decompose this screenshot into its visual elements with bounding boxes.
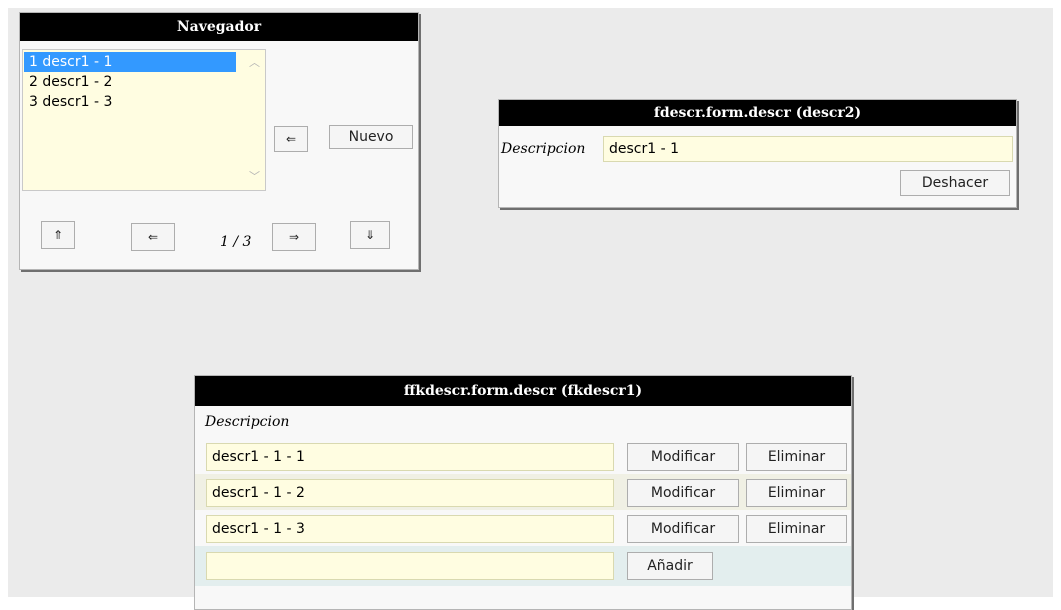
- scroll-up-icon[interactable]: ︿: [249, 54, 260, 70]
- descripcion-label: Descripcion: [501, 141, 586, 157]
- modify-button[interactable]: Modificar: [627, 515, 739, 543]
- modify-button[interactable]: Modificar: [627, 443, 739, 471]
- fk-form-panel: ffkdescr.form.descr (fkdescr1) Descripci…: [194, 375, 852, 610]
- listbox-scrollbar[interactable]: ︿ ﹀: [243, 50, 265, 190]
- table-row: descr1 - 1 - 1 Modificar Eliminar: [195, 438, 851, 474]
- row-description-field[interactable]: descr1 - 1 - 3: [206, 515, 614, 543]
- column-header: Descripcion: [205, 414, 290, 430]
- scroll-down-icon[interactable]: ﹀: [249, 168, 260, 184]
- new-row: Añadir: [195, 546, 851, 586]
- list-item[interactable]: 1 descr1 - 1: [24, 52, 236, 72]
- row-description-field[interactable]: descr1 - 1 - 2: [206, 479, 614, 507]
- new-button[interactable]: Nuevo: [329, 125, 413, 149]
- new-description-field[interactable]: [206, 552, 614, 580]
- fk-form-title: ffkdescr.form.descr (fkdescr1): [195, 376, 851, 406]
- next-record-button[interactable]: ⇒: [272, 223, 316, 251]
- table-row: descr1 - 1 - 3 Modificar Eliminar: [195, 510, 851, 546]
- delete-button[interactable]: Eliminar: [746, 479, 847, 507]
- descr-form-title: fdescr.form.descr (descr2): [499, 100, 1016, 126]
- list-item[interactable]: 2 descr1 - 2: [24, 72, 236, 92]
- workspace: Navegador 1 descr1 - 1 2 descr1 - 2 3 de…: [8, 8, 1053, 610]
- first-record-button[interactable]: ⇑: [41, 221, 75, 249]
- prev-record-button[interactable]: ⇐: [131, 223, 175, 251]
- descr-form-panel: fdescr.form.descr (descr2) Descripcion d…: [498, 99, 1017, 208]
- table-row: descr1 - 1 - 2 Modificar Eliminar: [195, 474, 851, 510]
- record-listbox[interactable]: 1 descr1 - 1 2 descr1 - 2 3 descr1 - 3 ︿…: [22, 49, 266, 191]
- add-button[interactable]: Añadir: [627, 552, 713, 580]
- last-record-button[interactable]: ⇓: [350, 221, 390, 249]
- descripcion-field[interactable]: descr1 - 1: [603, 136, 1013, 162]
- back-button[interactable]: ⇐: [274, 126, 308, 152]
- row-description-field[interactable]: descr1 - 1 - 1: [206, 443, 614, 471]
- modify-button[interactable]: Modificar: [627, 479, 739, 507]
- navigator-title: Navegador: [20, 13, 418, 41]
- page-indicator: 1 / 3: [220, 234, 252, 250]
- list-item[interactable]: 3 descr1 - 3: [24, 92, 236, 112]
- delete-button[interactable]: Eliminar: [746, 443, 847, 471]
- navigator-panel: Navegador 1 descr1 - 1 2 descr1 - 2 3 de…: [19, 12, 419, 270]
- delete-button[interactable]: Eliminar: [746, 515, 847, 543]
- undo-button[interactable]: Deshacer: [900, 170, 1010, 196]
